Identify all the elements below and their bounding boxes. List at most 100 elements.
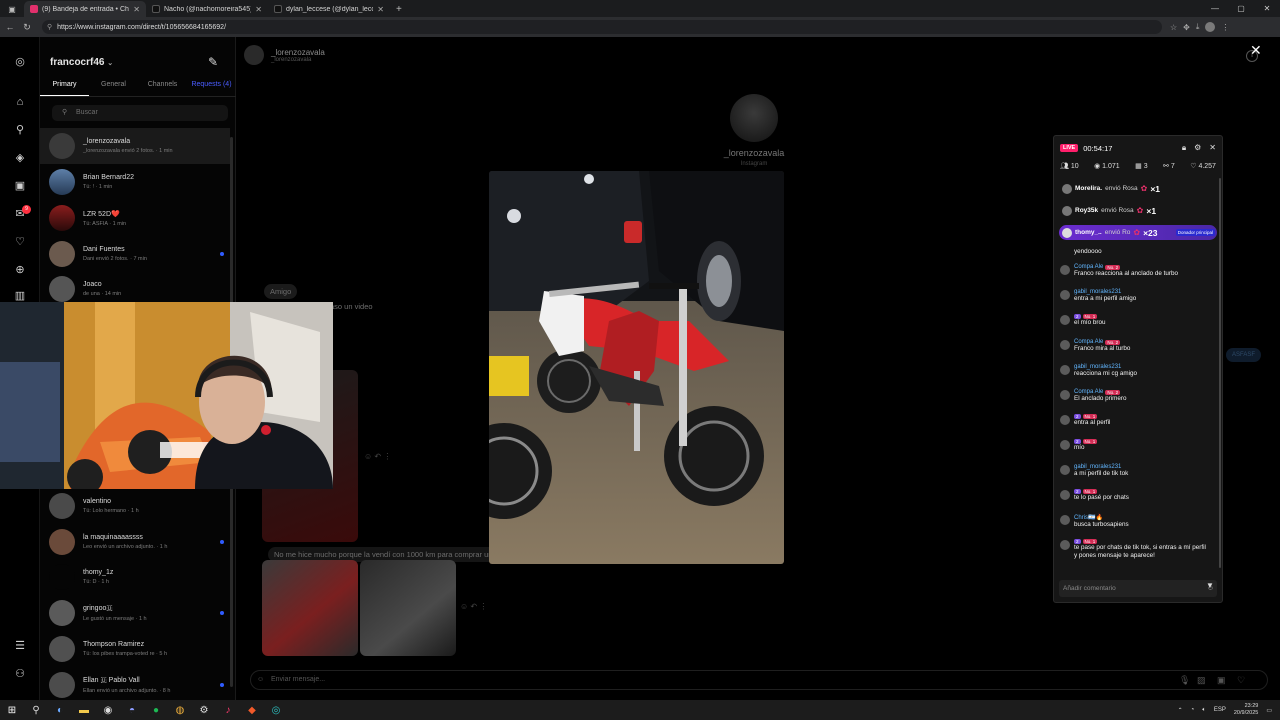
create-icon[interactable]: ⊕ [13,263,27,277]
avatar [49,636,75,662]
close-tab-icon[interactable]: ✕ [377,5,384,14]
tray-chevron-icon[interactable]: ⌃ [1178,707,1183,714]
discord-icon[interactable]: ◓ [120,705,144,716]
notifications-heart-icon[interactable]: ♡ [13,235,27,249]
conversation-item[interactable]: thomy_1z Tú: D · 1 h [40,559,230,595]
tab-primary[interactable]: Primary [40,81,89,96]
reload-icon[interactable]: ↻ [20,22,34,33]
obs-icon[interactable]: ◉ [96,705,120,716]
avatar[interactable] [1060,490,1070,500]
message-input[interactable]: ☺ Enviar mensaje... 🎙︎ ▨ ▣ ♡ [250,670,1268,690]
chrome-icon[interactable]: ◍ [168,705,192,716]
conversation-item[interactable]: Ellan 🇺 Pablo Vall Ellan envió un archiv… [40,667,230,703]
extensions-icon[interactable]: ✥ [1183,23,1190,32]
avatar[interactable] [1060,415,1070,425]
minimize-icon[interactable]: — [1202,0,1228,17]
tiktok-icon[interactable]: ♪ [216,705,240,716]
menu-dots-icon[interactable]: ⋮ [1221,23,1229,32]
bookmark-star-icon[interactable]: ☆ [1170,23,1177,32]
tab-channels[interactable]: Channels [138,81,187,96]
close-panel-icon[interactable]: ✕ [1209,143,1216,153]
ghost-button[interactable]: ASFASF [1226,348,1261,362]
emoji-icon[interactable]: ☺ [257,671,264,689]
window-menu-icon[interactable]: ▣ [0,1,24,17]
app-icon[interactable]: ◆ [240,705,264,716]
copilot-icon[interactable]: ◐ [48,705,72,716]
filter-icon[interactable]: ▼ [1206,581,1214,590]
avatar[interactable] [1060,365,1070,375]
home-icon[interactable]: ⌂ [13,95,27,109]
message-actions[interactable]: ☺ ↶ ⋮ [364,452,391,461]
profile-avatar[interactable] [730,94,778,142]
tab-general[interactable]: General [89,81,138,96]
sticker-icon[interactable]: ▣ [1217,671,1226,689]
maximize-icon[interactable]: ▢ [1228,0,1254,17]
avatar[interactable] [1060,515,1070,525]
avatar[interactable] [1060,390,1070,400]
microphone-icon[interactable]: 🎙︎ [1179,671,1190,689]
photo-thumbnail[interactable] [360,560,456,656]
conversation-item[interactable]: valentino Tú: Lolo hermano · 1 h [40,488,230,524]
back-icon[interactable]: ← [3,22,17,32]
close-window-icon[interactable]: ✕ [1254,0,1280,17]
instagram-logo-icon[interactable]: ◎ [13,55,27,69]
file-explorer-icon[interactable]: ▬ [72,705,96,716]
conversation-item[interactable]: Thompson Ramirez Tú: los pibes trampa-vo… [40,631,230,667]
browser-tab-instagram[interactable]: (9) Bandeja de entrada • Chats ✕ [24,1,146,17]
explore-icon[interactable]: ◈ [13,151,27,165]
conversation-item[interactable]: la maquinaaaassss Leo envió un archivo a… [40,524,230,560]
browser-tab-tiktok-nacho[interactable]: Nacho (@nachomoreira545) | TikTok ✕ [146,1,268,17]
close-tab-icon[interactable]: ✕ [133,5,140,14]
account-switcher[interactable]: francocrf46 ⌄ [50,57,113,68]
tab-requests[interactable]: Requests (4) [187,81,236,96]
avatar[interactable] [1060,290,1070,300]
lock-icon[interactable]: 🔒︎ [1182,143,1186,153]
comment-scrollbar[interactable] [1219,178,1221,568]
wifi-icon[interactable]: ◔ [1191,707,1195,713]
photo-thumbnail[interactable] [262,560,358,656]
comment-input[interactable]: Añadir comentario ☺ [1059,580,1217,597]
avatar[interactable] [1060,440,1070,450]
search-icon[interactable]: ⚲ [13,123,27,137]
steam-icon[interactable]: ⚙︎ [192,705,216,716]
conversation-item[interactable]: Dani Fuentes Dani envió 2 fotos. · 7 min [40,236,230,272]
downloads-icon[interactable]: ⤓ [1196,22,1200,32]
avatar[interactable] [1060,265,1070,275]
comment-item: Chris🇦🇷🔥 busca turbosapiens [1060,514,1210,529]
avatar[interactable] [1060,540,1070,550]
notifications-icon[interactable]: ▭ [1266,707,1272,714]
meta-icon[interactable]: ⚇ [13,667,27,681]
conversation-item[interactable]: gringoo🇺 Le gustó un mensaje · 1 h [40,595,230,631]
chat-header[interactable]: _lorenzozavala _lorenzozavala [244,45,325,65]
conversation-item[interactable]: _lorenzozavala _lorenzozavala envió 2 fo… [40,128,230,164]
close-viewer-icon[interactable]: ✕ [1250,42,1262,59]
clock[interactable]: 23:29 20/9/2025 [1234,703,1258,717]
heart-icon[interactable]: ♡ [1237,671,1245,689]
search-icon[interactable]: ⚲ [24,705,48,716]
inbox-search-input[interactable]: ⚲ Buscar [52,105,228,121]
address-bar[interactable]: ⚲ https://www.instagram.com/direct/t/105… [42,20,1162,34]
browser-tab-tiktok-dylan[interactable]: dylan_leccese (@dylan_leccese) | ✕ [268,1,390,17]
language-indicator[interactable]: ESP [1214,707,1226,713]
close-tab-icon[interactable]: ✕ [255,5,262,14]
conversation-item[interactable]: LZR 52D❤️ Tú: ASFIA · 1 min [40,200,230,236]
more-menu-icon[interactable]: ☰ [13,639,27,653]
avatar[interactable] [1060,315,1070,325]
new-message-icon[interactable]: ✎ [208,55,218,69]
image-icon[interactable]: ▨ [1197,671,1206,689]
dashboard-icon[interactable]: ▥ [13,289,27,303]
windows-start-icon[interactable]: ⊞ [0,705,24,716]
spotify-icon[interactable]: ● [144,705,168,716]
profile-avatar[interactable] [1205,22,1216,32]
browser-app-icon[interactable]: ◎ [264,705,288,716]
avatar[interactable] [1060,465,1070,475]
site-info-icon[interactable]: ⚲ [47,23,52,31]
message-actions[interactable]: ☺ ↶ ⋮ [460,602,487,611]
new-tab-button[interactable]: + [390,4,408,17]
avatar[interactable] [1060,340,1070,350]
reels-icon[interactable]: ▣ [13,179,27,193]
volume-icon[interactable]: 🔈︎ [1202,707,1206,714]
settings-icon[interactable]: ⚙︎ [1194,143,1201,153]
conversation-item[interactable]: Brian Bernard22 Tú: ! · 1 min [40,164,230,200]
comment-author[interactable]: Chris🇦🇷🔥 [1074,514,1129,521]
